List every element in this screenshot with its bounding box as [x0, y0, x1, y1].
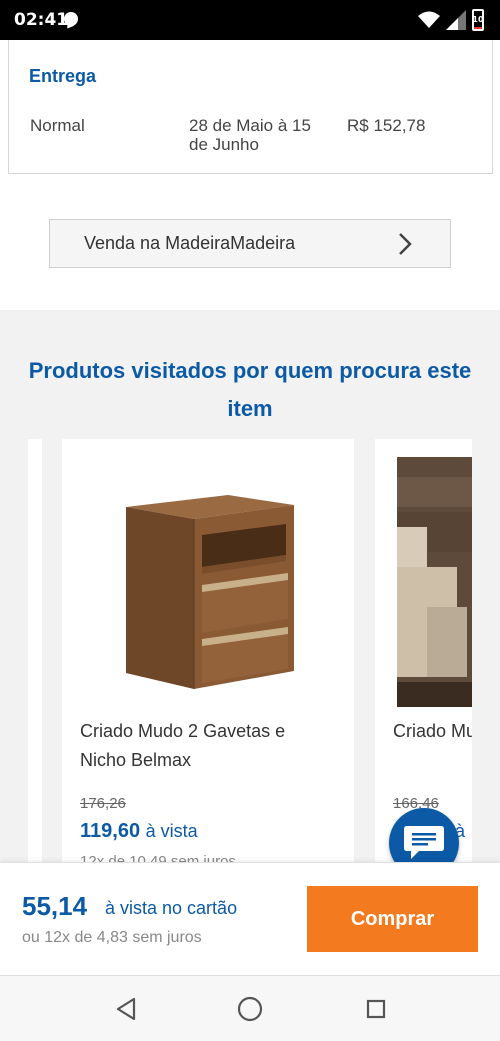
product-old-price: 176,26	[80, 795, 126, 812]
sell-on-madeiramadeira-button[interactable]: Venda na MadeiraMadeira	[49, 219, 451, 268]
product-name: Criado Mudo 2 Gavetas e Nicho Belmax	[80, 721, 286, 770]
product-card-partial-left[interactable]	[28, 439, 42, 879]
delivery-price: R$ 152,78	[347, 116, 426, 135]
related-products-section: Produtos visitados por quem procura este…	[0, 310, 500, 879]
buy-bar: 55,14 à vista no cartão ou 12x de 4,83 s…	[0, 862, 500, 974]
buy-button[interactable]: Comprar	[307, 886, 478, 952]
chat-icon	[404, 826, 444, 859]
android-nav-bar	[0, 975, 500, 1041]
delivery-title: Entrega	[29, 66, 97, 86]
product-price-value: 119,60	[80, 820, 141, 842]
bedroom-product-image	[397, 457, 472, 707]
related-products-title: Produtos visitados por quem procura este…	[28, 358, 472, 421]
buy-price: 55,14	[22, 891, 88, 921]
product-name: Criado Mudo Veronna	[393, 721, 472, 741]
buy-price-suffix: à vista no cartão	[105, 898, 238, 918]
chat-bubble-icon	[64, 12, 78, 26]
product-price-suffix: à vista	[145, 821, 198, 841]
status-time: 02:41	[14, 10, 69, 30]
buy-installments: ou 12x de 4,83 sem juros	[22, 929, 202, 946]
nightstand-image	[126, 495, 294, 689]
status-bar: 02:41 10	[0, 0, 500, 40]
sell-button-label: Venda na MadeiraMadeira	[84, 233, 296, 253]
back-icon[interactable]	[112, 994, 142, 1024]
delivery-card: Entrega Normal 28 de Maio à 15 de Junho …	[8, 40, 493, 174]
wifi-icon	[418, 11, 440, 28]
battery-icon: 10	[472, 9, 484, 31]
home-icon[interactable]	[235, 994, 265, 1024]
product-price: 119,60 à vista	[80, 820, 198, 843]
delivery-date: 28 de Maio à 15 de Junho	[189, 116, 311, 154]
delivery-type: Normal	[30, 116, 85, 135]
battery-level: 10	[472, 15, 484, 24]
recents-icon[interactable]	[361, 994, 391, 1024]
signal-icon	[446, 10, 466, 30]
product-card[interactable]: Criado Mudo 2 Gavetas e Nicho Belmax 176…	[62, 439, 354, 879]
status-icons: 10	[418, 8, 484, 32]
chevron-right-icon	[399, 233, 412, 255]
